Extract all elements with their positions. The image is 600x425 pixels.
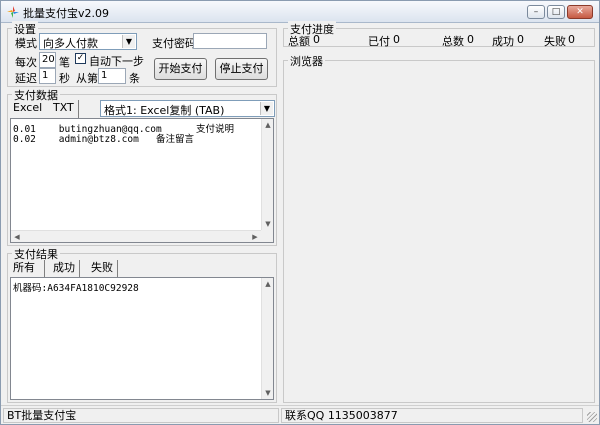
total-amount-value: 0	[313, 33, 320, 46]
from-unit-label: 条	[129, 72, 140, 85]
status-app-name: BT批量支付宝	[3, 408, 279, 423]
tab-fail[interactable]: 失败	[87, 260, 118, 278]
success-label: 成功	[492, 35, 514, 48]
paid-label: 已付	[368, 35, 390, 48]
scroll-down-icon[interactable]: ▼	[262, 387, 273, 399]
vertical-scrollbar[interactable]: ▲ ▼	[261, 278, 273, 399]
title-bar[interactable]: 批量支付宝v2.09 – □ ✕	[1, 1, 599, 23]
tab-txt[interactable]: TXT	[49, 100, 79, 118]
format-select[interactable]: 格式1: Excel复制 (TAB) ▼	[100, 100, 275, 117]
each-count-input[interactable]: 20	[39, 52, 56, 68]
scroll-down-icon[interactable]: ▼	[262, 218, 273, 230]
vertical-scrollbar[interactable]: ▲ ▼	[261, 119, 273, 230]
scroll-up-icon[interactable]: ▲	[262, 278, 273, 290]
scroll-right-icon[interactable]: ▶	[249, 231, 261, 242]
window-title: 批量支付宝v2.09	[23, 7, 110, 20]
format-select-value: 格式1: Excel复制 (TAB)	[104, 104, 225, 117]
total-count-label: 总数	[442, 35, 464, 48]
close-button[interactable]: ✕	[567, 5, 593, 19]
scrollbar-corner	[261, 230, 273, 242]
pay-password-label: 支付密码	[152, 37, 196, 50]
tab-all[interactable]: 所有	[9, 260, 45, 278]
scroll-up-icon[interactable]: ▲	[262, 119, 273, 131]
delay-unit-label: 秒	[59, 72, 70, 85]
tab-excel[interactable]: Excel	[9, 100, 46, 118]
total-amount-label: 总额	[288, 35, 310, 48]
app-window: 批量支付宝v2.09 – □ ✕ 设置 模式 向多人付款 ▼ 支付密码 每次 2…	[0, 0, 600, 425]
status-contact: 联系QQ 1135003877	[281, 408, 583, 423]
each-label: 每次	[15, 56, 37, 69]
horizontal-scrollbar[interactable]: ◀ ▶	[11, 230, 261, 242]
start-pay-button[interactable]: 开始支付	[154, 58, 207, 80]
pay-data-textarea[interactable]: 0.01 butingzhuan@qq.com 支付说明 0.02 admin@…	[10, 118, 274, 243]
scroll-left-icon[interactable]: ◀	[11, 231, 23, 242]
mode-select[interactable]: 向多人付款 ▼	[39, 33, 137, 50]
tab-success[interactable]: 成功	[49, 260, 80, 278]
chevron-down-icon: ▼	[122, 35, 135, 48]
maximize-button[interactable]: □	[547, 5, 565, 19]
from-label: 从第	[76, 72, 98, 85]
machine-code-line: 机器码:A634FA1810C92928	[13, 283, 139, 294]
minimize-button[interactable]: –	[527, 5, 545, 19]
from-index-input[interactable]: 1	[98, 68, 126, 84]
success-value: 0	[517, 33, 524, 46]
total-count-value: 0	[467, 33, 474, 46]
fail-label: 失败	[544, 35, 566, 48]
auto-next-label: 自动下一步	[89, 55, 144, 68]
status-bar: BT批量支付宝 联系QQ 1135003877	[1, 405, 599, 424]
delay-label: 延迟	[15, 72, 37, 85]
auto-next-checkbox[interactable]: ✓	[75, 53, 86, 64]
delay-input[interactable]: 1	[39, 68, 56, 84]
paid-value: 0	[393, 33, 400, 46]
pay-password-input[interactable]	[193, 33, 267, 49]
pay-result-tabs: 所有 成功 失败	[9, 260, 129, 278]
pay-result-textarea[interactable]: 机器码:A634FA1810C92928 ▲ ▼	[10, 277, 274, 400]
mode-label: 模式	[15, 37, 37, 50]
each-unit-label: 笔	[59, 56, 70, 69]
pay-data-row: 0.02 admin@btz8.com 备注留言	[13, 134, 194, 145]
fail-value: 0	[568, 33, 575, 46]
browser-view[interactable]	[286, 67, 592, 400]
chevron-down-icon: ▼	[260, 102, 273, 115]
app-logo-icon	[7, 6, 19, 18]
pay-data-tabs: Excel TXT	[9, 100, 99, 118]
stop-pay-button[interactable]: 停止支付	[215, 58, 268, 80]
mode-select-value: 向多人付款	[43, 37, 98, 50]
resize-grip-icon[interactable]	[587, 412, 597, 422]
